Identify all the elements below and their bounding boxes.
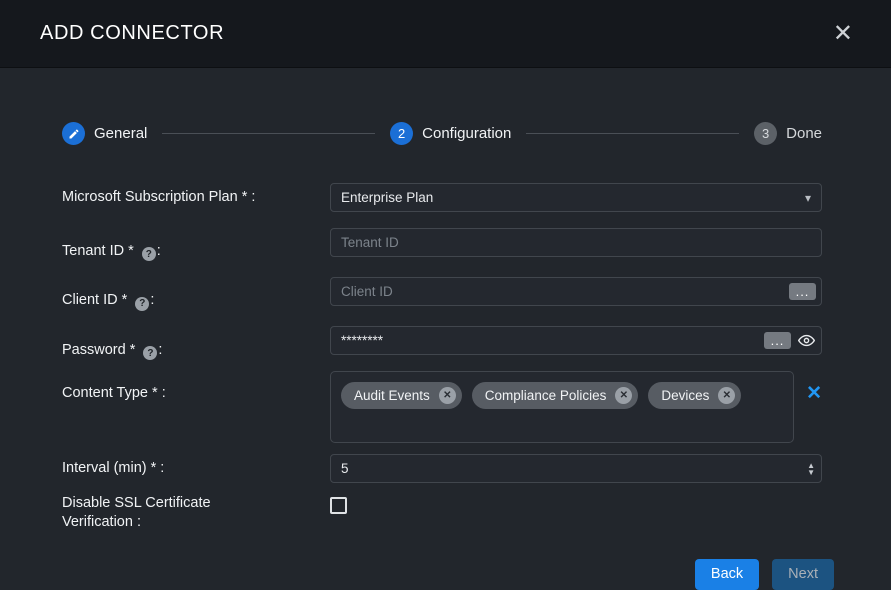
password-input[interactable]: [330, 326, 822, 355]
ssl-verification-checkbox[interactable]: [330, 497, 347, 514]
close-icon: ✕: [833, 20, 853, 47]
toggle-password-visibility-button[interactable]: [796, 331, 816, 351]
client-id-label: Client ID * ?:: [62, 272, 330, 310]
eye-icon: [798, 332, 815, 349]
password-label: Password * ?:: [62, 322, 330, 360]
chip-compliance-policies: Compliance Policies ✕: [472, 382, 639, 409]
step-done-label: Done: [786, 125, 822, 142]
add-connector-dialog: ADD CONNECTOR ✕ General 2 Configuration …: [0, 0, 891, 590]
interval-field: ▲ ▼: [330, 454, 822, 483]
dialog-title: ADD CONNECTOR: [40, 22, 224, 45]
subscription-plan-label: Microsoft Subscription Plan * :: [62, 188, 330, 207]
help-icon[interactable]: ?: [142, 247, 156, 261]
step-general[interactable]: General: [62, 122, 147, 145]
number-stepper[interactable]: ▲ ▼: [807, 462, 815, 476]
close-button[interactable]: ✕: [833, 22, 853, 46]
dialog-header: ADD CONNECTOR ✕: [0, 0, 891, 68]
chip-devices: Devices ✕: [648, 382, 741, 409]
chip-label: Devices: [661, 388, 709, 403]
chevron-down-icon: ▾: [805, 191, 811, 205]
chip-audit-events: Audit Events ✕: [341, 382, 462, 409]
clear-icon: ✕: [806, 383, 822, 404]
back-button[interactable]: Back: [695, 559, 759, 590]
stepper: General 2 Configuration 3 Done: [62, 122, 822, 145]
remove-chip-icon[interactable]: ✕: [718, 387, 735, 404]
stepper-connector: [526, 133, 739, 134]
subscription-plan-value: Enterprise Plan: [341, 190, 433, 205]
subscription-plan-field: Enterprise Plan ▾: [330, 183, 822, 212]
next-button[interactable]: Next: [772, 559, 834, 590]
help-icon[interactable]: ?: [143, 346, 157, 360]
password-field: ...: [330, 326, 822, 355]
client-id-field: ...: [330, 277, 822, 306]
dialog-footer: Back Next: [0, 532, 891, 590]
step-done[interactable]: 3 Done: [754, 122, 822, 145]
tenant-id-label: Tenant ID * ?:: [62, 223, 330, 261]
ellipsis-icon: ...: [796, 285, 810, 298]
content-type-label: Content Type * :: [62, 371, 330, 403]
interval-label: Interval (min) * :: [62, 459, 330, 478]
interval-input[interactable]: [330, 454, 822, 483]
stepper-down-icon[interactable]: ▼: [807, 469, 815, 476]
step-configuration-number: 2: [390, 122, 413, 145]
chip-label: Audit Events: [354, 388, 430, 403]
content-type-multiselect[interactable]: Audit Events ✕ Compliance Policies ✕ Dev…: [330, 371, 794, 443]
tenant-id-input[interactable]: [330, 228, 822, 257]
step-general-label: General: [94, 125, 147, 142]
step-configuration[interactable]: 2 Configuration: [390, 122, 511, 145]
client-id-input[interactable]: [330, 277, 822, 306]
remove-chip-icon[interactable]: ✕: [439, 387, 456, 404]
connector-form: Microsoft Subscription Plan * : Enterpri…: [0, 183, 891, 532]
edit-icon: [62, 122, 85, 145]
ellipsis-icon: ...: [771, 334, 785, 347]
subscription-plan-select[interactable]: Enterprise Plan ▾: [330, 183, 822, 212]
step-done-number: 3: [754, 122, 777, 145]
stepper-connector: [162, 133, 375, 134]
content-type-field: Audit Events ✕ Compliance Policies ✕ Dev…: [330, 371, 822, 443]
client-id-browse-button[interactable]: ...: [789, 283, 816, 300]
ssl-verification-label: Disable SSL Certificate Verification :: [62, 494, 330, 532]
clear-content-type-button[interactable]: ✕: [806, 384, 822, 403]
password-browse-button[interactable]: ...: [764, 332, 791, 349]
ssl-verification-field: [330, 494, 822, 514]
help-icon[interactable]: ?: [135, 297, 149, 311]
tenant-id-field: [330, 228, 822, 257]
chip-label: Compliance Policies: [485, 388, 607, 403]
remove-chip-icon[interactable]: ✕: [615, 387, 632, 404]
step-configuration-label: Configuration: [422, 125, 511, 142]
